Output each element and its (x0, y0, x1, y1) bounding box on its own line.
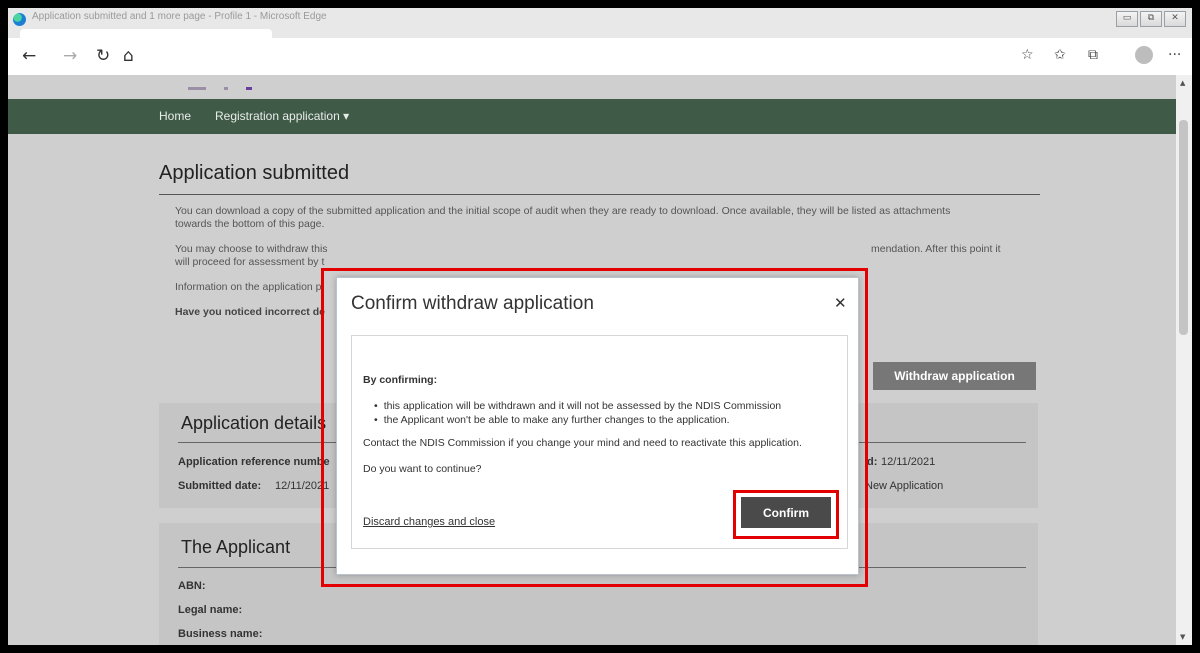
home-icon[interactable]: ⌂ (123, 46, 134, 66)
page-title: Application submitted (159, 162, 350, 184)
download-info-line2: towards the bottom of this page. (175, 218, 325, 230)
submitted-date-label: Submitted date: (178, 480, 262, 492)
withdraw-info-line1-end: mendation. After this point it (871, 243, 1001, 255)
more-icon[interactable]: ··· (1168, 47, 1181, 63)
forward-icon[interactable]: → (63, 46, 77, 66)
edge-logo-icon (13, 13, 26, 26)
business-name-label: Business name: (178, 628, 263, 640)
withdraw-info-line2: will proceed for assessment by t (175, 256, 325, 268)
dialog-title: Confirm withdraw application (351, 293, 594, 314)
close-icon[interactable]: ✕ (834, 294, 847, 312)
restore-button[interactable]: ⧉ (1140, 11, 1162, 27)
consequence-item: the Applicant won't be able to make any … (374, 414, 730, 426)
url-input[interactable] (148, 44, 998, 66)
application-info: Information on the application p (175, 281, 322, 293)
date-label: d: (867, 456, 878, 468)
add-favorite-icon[interactable]: ☆ (1021, 47, 1034, 63)
continue-question: Do you want to continue? (363, 463, 482, 475)
divider (159, 194, 1040, 195)
by-confirming-label: By confirming: (363, 374, 438, 386)
site-logo (188, 75, 328, 90)
page-content: Home Registration application ▾ Applicat… (8, 75, 1176, 645)
withdraw-application-button[interactable]: Withdraw application (873, 362, 1036, 390)
page-scrollbar[interactable]: ▲ ▼ (1176, 75, 1192, 645)
date-value: 12/11/2021 (881, 456, 936, 468)
main-nav: Home Registration application ▾ (8, 99, 1176, 134)
minimize-button[interactable]: ▭ (1116, 11, 1138, 27)
consequence-item: this application will be withdrawn and i… (374, 400, 781, 412)
contact-info: Contact the NDIS Commission if you chang… (363, 437, 802, 449)
abn-label: ABN: (178, 580, 206, 592)
applicant-heading: The Applicant (181, 537, 291, 557)
application-type-value: New Application (865, 480, 944, 492)
scroll-up-icon[interactable]: ▲ (1180, 79, 1185, 87)
application-details-heading: Application details (181, 413, 327, 433)
confirm-button[interactable]: Confirm (741, 497, 831, 528)
back-icon[interactable]: ← (22, 46, 36, 66)
scrollbar-thumb[interactable] (1179, 120, 1188, 335)
legal-name-label: Legal name: (178, 604, 243, 616)
close-window-button[interactable]: ✕ (1164, 11, 1186, 27)
incorrect-details-prompt: Have you noticed incorrect de (175, 306, 325, 318)
refresh-icon[interactable]: ↻ (96, 46, 110, 66)
download-info-line1: You can download a copy of the submitted… (175, 205, 951, 217)
collections-icon[interactable]: ⧉ (1088, 47, 1098, 63)
browser-window: Application submitted and 1 more page - … (8, 8, 1192, 645)
address-bar: ← → ↻ ⌂ ☆ ✩ ⧉ ··· (8, 38, 1192, 76)
profile-avatar[interactable] (1135, 46, 1153, 64)
tab-strip (20, 29, 272, 38)
window-title: Application submitted and 1 more page - … (32, 11, 327, 22)
window-controls: ▭ ⧉ ✕ (1116, 11, 1186, 27)
reference-number-label: Application reference numbe (178, 456, 330, 468)
nav-registration-application[interactable]: Registration application ▾ (215, 109, 349, 123)
discard-changes-link[interactable]: Discard changes and close (363, 516, 495, 528)
scroll-down-icon[interactable]: ▼ (1180, 633, 1185, 641)
favorites-icon[interactable]: ✩ (1054, 47, 1066, 63)
withdraw-info-line1: You may choose to withdraw this (175, 243, 328, 255)
title-bar: Application submitted and 1 more page - … (8, 8, 1192, 38)
nav-home[interactable]: Home (159, 109, 191, 123)
